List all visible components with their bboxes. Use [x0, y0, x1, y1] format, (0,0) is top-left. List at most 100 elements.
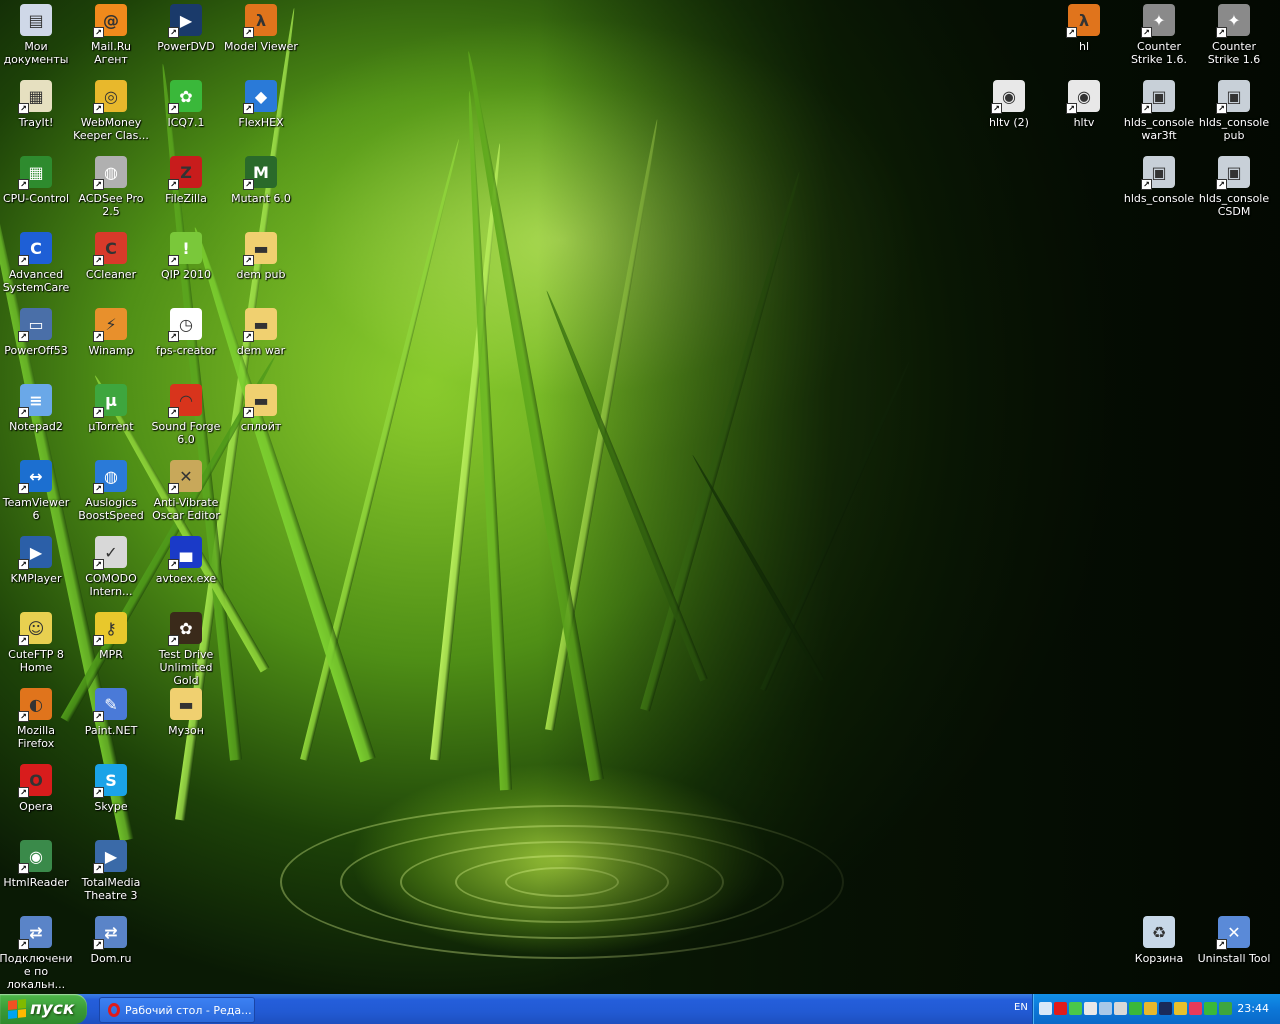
desktop-icon-local-connection[interactable]: ⇄ ↗ Подключение по локальн... — [0, 914, 74, 991]
desktop-icon-avtoex[interactable]: ▄ ↗ avtoex.exe — [148, 534, 224, 585]
folder-icon: ▬ ↗ — [243, 384, 277, 418]
desktop-icon-fps-creator[interactable]: ◷ ↗ fps-creator — [148, 306, 224, 357]
desktop-icon-sound-forge[interactable]: ◠ ↗ Sound Forge 6.0 — [148, 382, 224, 446]
language-indicator[interactable]: EN — [1014, 1002, 1028, 1013]
webmoney-tray-icon[interactable] — [1144, 1002, 1157, 1015]
desktop-icon-htmlreader[interactable]: ◉ ↗ HtmlReader — [0, 838, 74, 889]
desktop-icon-ccleaner[interactable]: C ↗ CCleaner — [73, 230, 149, 281]
shortcut-arrow-icon: ↗ — [18, 939, 29, 950]
desktop-icon-qip[interactable]: ! ↗ QIP 2010 — [148, 230, 224, 281]
notepad-icon: ≡ ↗ — [18, 384, 52, 418]
cs-icon: ✦ ↗ — [1141, 4, 1175, 38]
desktop-icon-domru[interactable]: ⇄ ↗ Dom.ru — [73, 914, 149, 965]
qip-icon: ! ↗ — [168, 232, 202, 266]
desktop-icon-label: COMODO Intern... — [85, 572, 137, 598]
desktop-icon-mpr[interactable]: ⚷ ↗ MPR — [73, 610, 149, 661]
desktop-icon-sploit[interactable]: ▬ ↗ сплойт — [223, 382, 299, 433]
shortcut-arrow-icon: ↗ — [1066, 103, 1077, 114]
desktop-icon-notepad2[interactable]: ≡ ↗ Notepad2 — [0, 382, 74, 433]
desktop-icon-advanced-systemcare[interactable]: C ↗ Advanced SystemCare — [0, 230, 74, 294]
start-button[interactable]: пуск — [0, 994, 87, 1024]
icq-tray-icon[interactable] — [1129, 1002, 1142, 1015]
desktop-icon-anti-vibrate[interactable]: ✕ ↗ Anti-Vibrate Oscar Editor — [148, 458, 224, 522]
desktop-icon-auslogics[interactable]: ◍ ↗ Auslogics BoostSpeed — [73, 458, 149, 522]
desktop-icon-firefox[interactable]: ◐ ↗ Mozilla Firefox — [0, 686, 74, 750]
desktop-icon-hlds[interactable]: ▣ ↗ hlds_console — [1121, 154, 1197, 205]
desktop-icon-utorrent[interactable]: µ ↗ µTorrent — [73, 382, 149, 433]
clock[interactable]: 23:44 — [1237, 1002, 1269, 1015]
desktop-icon-model-viewer[interactable]: λ ↗ Model Viewer — [223, 2, 299, 53]
desktop-icon-kmplayer[interactable]: ▶ ↗ KMPlayer — [0, 534, 74, 585]
utorrent-tray-icon[interactable] — [1219, 1002, 1232, 1015]
desktop-icon-cpu-control[interactable]: ▦ ↗ CPU-Control — [0, 154, 74, 205]
desktop-icon-icq[interactable]: ✿ ↗ ICQ7.1 — [148, 78, 224, 129]
back-arrow-icon[interactable] — [1039, 1002, 1052, 1015]
desktop-icon-totalmedia[interactable]: ▶ ↗ TotalMedia Theatre 3 — [73, 838, 149, 902]
desktop-icon-webmoney[interactable]: ◎ ↗ WebMoney Keeper Clas... — [73, 78, 149, 142]
desktop-icon-dem-pub[interactable]: ▬ ↗ dem pub — [223, 230, 299, 281]
shield-tray-icon[interactable] — [1174, 1002, 1187, 1015]
desktop-icon-winamp[interactable]: ⚡ ↗ Winamp — [73, 306, 149, 357]
chip-icon: ▦ ↗ — [18, 156, 52, 190]
desktop-icon-label: HtmlReader — [3, 876, 69, 889]
shortcut-arrow-icon: ↗ — [18, 255, 29, 266]
desktop-icon-mailru-agent[interactable]: @ ↗ Mail.Ru Агент — [73, 2, 149, 66]
volume-icon[interactable] — [1084, 1002, 1097, 1015]
shortcut-arrow-icon: ↗ — [93, 863, 104, 874]
desktop-icon-label: Mutant 6.0 — [231, 192, 291, 205]
desktop-icon-poweroff53[interactable]: ▭ ↗ PowerOff53 — [0, 306, 74, 357]
desktop-icon-filezilla[interactable]: Z ↗ FileZilla — [148, 154, 224, 205]
hlds-icon: ▣ ↗ — [1216, 80, 1250, 114]
desktop-icon-hl[interactable]: λ ↗ hl — [1046, 2, 1122, 53]
usb-icon[interactable] — [1114, 1002, 1127, 1015]
desktop-icon-opera[interactable]: O ↗ Opera — [0, 762, 74, 813]
desktop-icon-acdsee[interactable]: ◍ ↗ ACDSee Pro 2.5 — [73, 154, 149, 218]
desktop-icon-label: KMPlayer — [10, 572, 62, 585]
desktop-icon-powerdvd[interactable]: ▶ ↗ PowerDVD — [148, 2, 224, 53]
shortcut-arrow-icon: ↗ — [18, 483, 29, 494]
target-icon[interactable] — [1189, 1002, 1202, 1015]
desktop-icon-hltv2[interactable]: ◉ ↗ hltv (2) — [971, 78, 1047, 129]
desktop-icon-label: CCleaner — [85, 268, 137, 281]
desktop-icon-hlds-pub[interactable]: ▣ ↗ hlds_console pub — [1196, 78, 1272, 142]
desktop-icon-cs16-b[interactable]: ✦ ↗ Counter Strike 1.6 — [1196, 2, 1272, 66]
hlds-icon: ▣ ↗ — [1216, 156, 1250, 190]
desktop-icon-skype[interactable]: S ↗ Skype — [73, 762, 149, 813]
shield-icon: ✓ ↗ — [93, 536, 127, 570]
desktop-icon-recycle-bin[interactable]: ♻ Корзина — [1121, 914, 1197, 965]
desktop-icon-paintnet[interactable]: ✎ ↗ Paint.NET — [73, 686, 149, 737]
network-tray-icon[interactable] — [1099, 1002, 1112, 1015]
desktop-icon-trayit[interactable]: ▦ ↗ TrayIt! — [0, 78, 74, 129]
desktop-icon-mutant[interactable]: M ↗ Mutant 6.0 — [223, 154, 299, 205]
desktop-icon-label: hltv — [1073, 116, 1095, 129]
shortcut-arrow-icon: ↗ — [93, 103, 104, 114]
desktop-icon-comodo[interactable]: ✓ ↗ COMODO Intern... — [73, 534, 149, 598]
desktop-icon-label: Mail.Ru Агент — [91, 40, 131, 66]
shortcut-arrow-icon: ↗ — [18, 179, 29, 190]
desktop-icon-label: TeamViewer 6 — [2, 496, 70, 522]
desktop-icon-test-drive[interactable]: ✿ ↗ Test Drive Unlimited Gold — [148, 610, 224, 687]
desktop-icon-hlds-csdm[interactable]: ▣ ↗ hlds_console CSDM — [1196, 154, 1272, 218]
shortcut-arrow-icon: ↗ — [93, 27, 104, 38]
desktop-icon-teamviewer[interactable]: ↔ ↗ TeamViewer 6 — [0, 458, 74, 522]
monitor-tray-icon[interactable] — [1159, 1002, 1172, 1015]
desktop-icon-muzon[interactable]: ▬ Музон — [148, 686, 224, 737]
desktop-icon-hltv[interactable]: ◉ ↗ hltv — [1046, 78, 1122, 129]
desktop-icon-cuteftp[interactable]: ☺ ↗ CuteFTP 8 Home — [0, 610, 74, 674]
shortcut-arrow-icon: ↗ — [18, 407, 29, 418]
eye-icon: ◉ ↗ — [18, 840, 52, 874]
desktop-icon-cs16-a[interactable]: ✦ ↗ Counter Strike 1.6. — [1121, 2, 1197, 66]
taskbar-item-opera[interactable]: Рабочий стол - Реда... — [99, 997, 255, 1023]
desktop-icon-flexhex[interactable]: ◆ ↗ FlexHEX — [223, 78, 299, 129]
desktop-icon-my-documents[interactable]: ▤ Мои документы — [0, 2, 74, 66]
desktop-icon-dem-war[interactable]: ▬ ↗ dem war — [223, 306, 299, 357]
desktop-icon-label: hl — [1078, 40, 1090, 53]
desktop-icon-hlds-war3ft[interactable]: ▣ ↗ hlds_console war3ft — [1121, 78, 1197, 142]
shortcut-arrow-icon: ↗ — [168, 483, 179, 494]
check-icon[interactable] — [1069, 1002, 1082, 1015]
desktop-icon-uninstall-tool[interactable]: ✕ ↗ Uninstall Tool — [1196, 914, 1272, 965]
opera-tray-icon[interactable] — [1054, 1002, 1067, 1015]
shortcut-arrow-icon: ↗ — [168, 559, 179, 570]
desktop-icon-label: fps-creator — [156, 344, 216, 357]
game-tray-icon[interactable] — [1204, 1002, 1217, 1015]
